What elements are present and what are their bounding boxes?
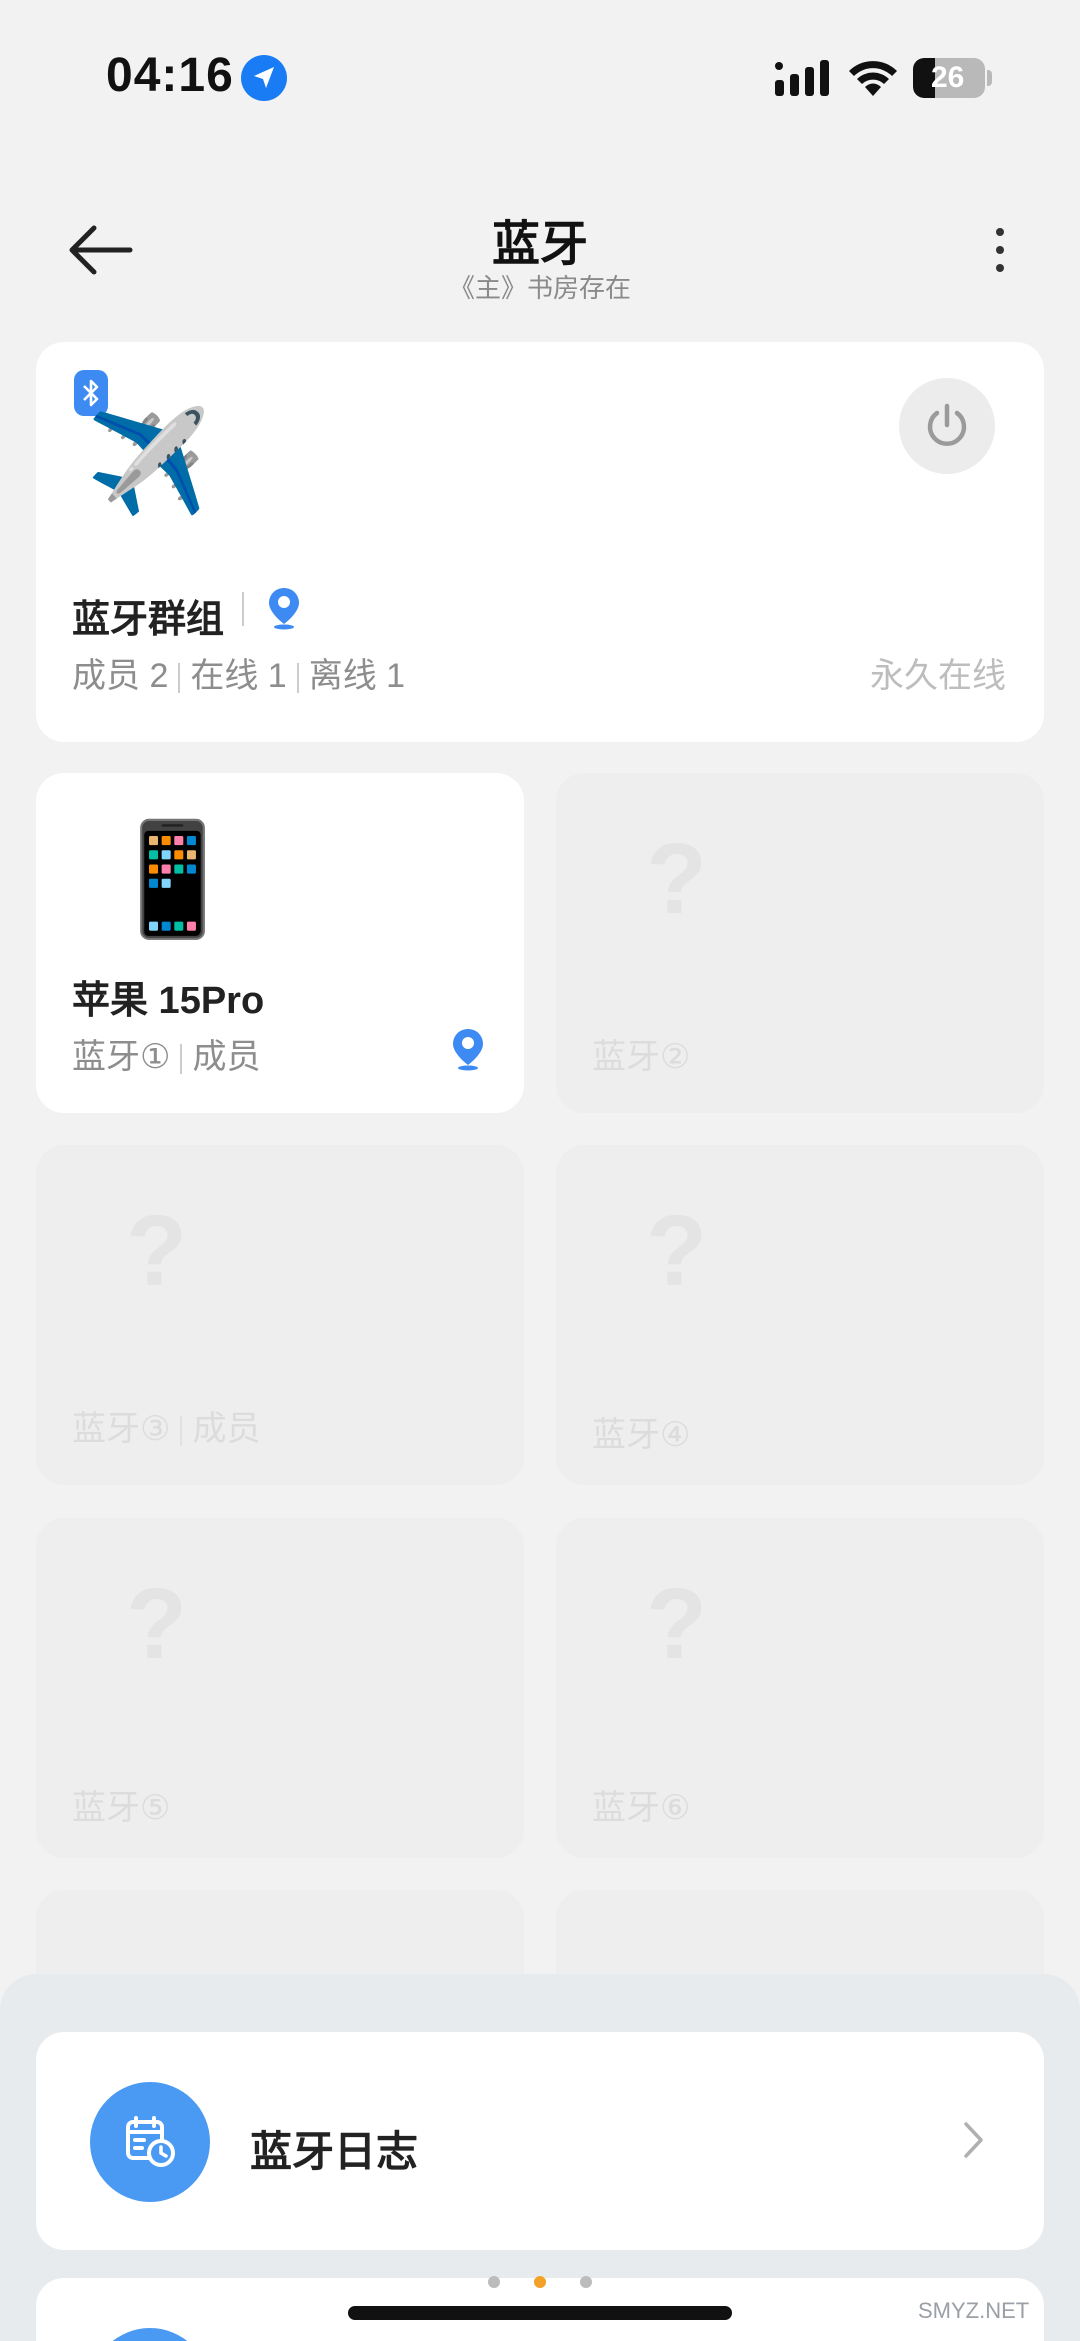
device-card-4[interactable]: ? 蓝牙④	[556, 1145, 1044, 1485]
cellular-signal-icon	[775, 60, 829, 96]
power-icon	[927, 403, 967, 446]
battery-icon: 26	[913, 58, 985, 98]
divider	[180, 1044, 183, 1075]
unknown-device-icon: ?	[646, 1195, 708, 1307]
page-dot	[580, 2276, 592, 2288]
location-pin-icon[interactable]	[266, 586, 302, 630]
device-card-5[interactable]: ? 蓝牙⑤	[36, 1518, 524, 1858]
device-card-3[interactable]: ? 蓝牙③ 成员	[36, 1145, 524, 1485]
battery-level: 26	[931, 61, 965, 94]
device-slot: 蓝牙④	[592, 1416, 691, 1454]
device-role: 成员	[192, 1410, 261, 1448]
divider	[296, 663, 299, 694]
always-online-status: 永久在线	[870, 657, 1006, 695]
device-meta: 蓝牙① 成员	[72, 1029, 260, 1078]
members-count: 成员 2	[72, 657, 169, 695]
chevron-right-icon	[964, 2122, 983, 2158]
more-options-icon[interactable]	[990, 228, 1010, 278]
location-arrow-icon	[241, 55, 287, 101]
page-title: 蓝牙	[491, 218, 588, 271]
online-count: 在线 1	[190, 657, 287, 695]
unknown-device-icon: ?	[646, 1568, 708, 1680]
offline-count: 离线 1	[308, 657, 406, 695]
calendar-clock-icon	[90, 2082, 210, 2202]
location-pin-icon[interactable]	[450, 1027, 486, 1071]
bluetooth-group-card[interactable]: ✈️ 蓝牙群组 成员 2 在线 1 离线 1 永久在线	[36, 342, 1044, 742]
device-slot: 蓝牙⑤	[72, 1789, 171, 1827]
status-time: 04:16	[106, 49, 234, 102]
page-dot	[488, 2276, 500, 2288]
group-name: 蓝牙群组	[72, 599, 225, 641]
device-card-1[interactable]: 📱 苹果 15Pro 蓝牙① 成员	[36, 773, 524, 1113]
group-stats: 成员 2 在线 1 离线 1	[72, 648, 405, 697]
divider	[180, 1416, 183, 1447]
device-role: 成员	[192, 1038, 261, 1076]
battery-tip	[987, 70, 992, 86]
unknown-device-icon: ?	[126, 1195, 188, 1307]
bluetooth-screen: 04:16 26 蓝牙 《主》书房存在 ✈️ 蓝牙群组 成员 2 在线 1 离线…	[0, 0, 1080, 2341]
device-name: 苹果 15Pro	[72, 980, 265, 1022]
home-indicator[interactable]	[348, 2306, 732, 2320]
device-slot: 蓝牙①	[72, 1038, 171, 1076]
power-button[interactable]	[899, 378, 995, 474]
log-title: 蓝牙日志	[250, 2128, 419, 2175]
device-slot: 蓝牙②	[592, 1038, 691, 1076]
page-subtitle: 《主》书房存在	[448, 273, 631, 303]
page-dot-active	[534, 2276, 546, 2288]
unknown-device-icon: ?	[126, 1568, 188, 1680]
bluetooth-log-card[interactable]: 蓝牙日志	[36, 2032, 1044, 2250]
device-slot: 蓝牙⑥	[592, 1789, 691, 1827]
device-card-6[interactable]: ? 蓝牙⑥	[556, 1518, 1044, 1858]
page-indicator	[488, 2276, 592, 2290]
device-card-2[interactable]: ? 蓝牙②	[556, 773, 1044, 1113]
device-slot: 蓝牙③	[72, 1410, 171, 1448]
device-meta: 蓝牙③ 成员	[72, 1401, 260, 1450]
watermark: SMYZ.NET	[918, 2298, 1030, 2323]
divider	[178, 663, 181, 694]
phone-icon: 📱	[104, 818, 241, 941]
status-bar: 04:16 26	[0, 0, 1080, 150]
airplane-icon: ✈️	[86, 406, 211, 518]
divider	[242, 592, 244, 626]
wifi-icon	[849, 61, 897, 96]
unknown-device-icon: ?	[646, 823, 708, 935]
